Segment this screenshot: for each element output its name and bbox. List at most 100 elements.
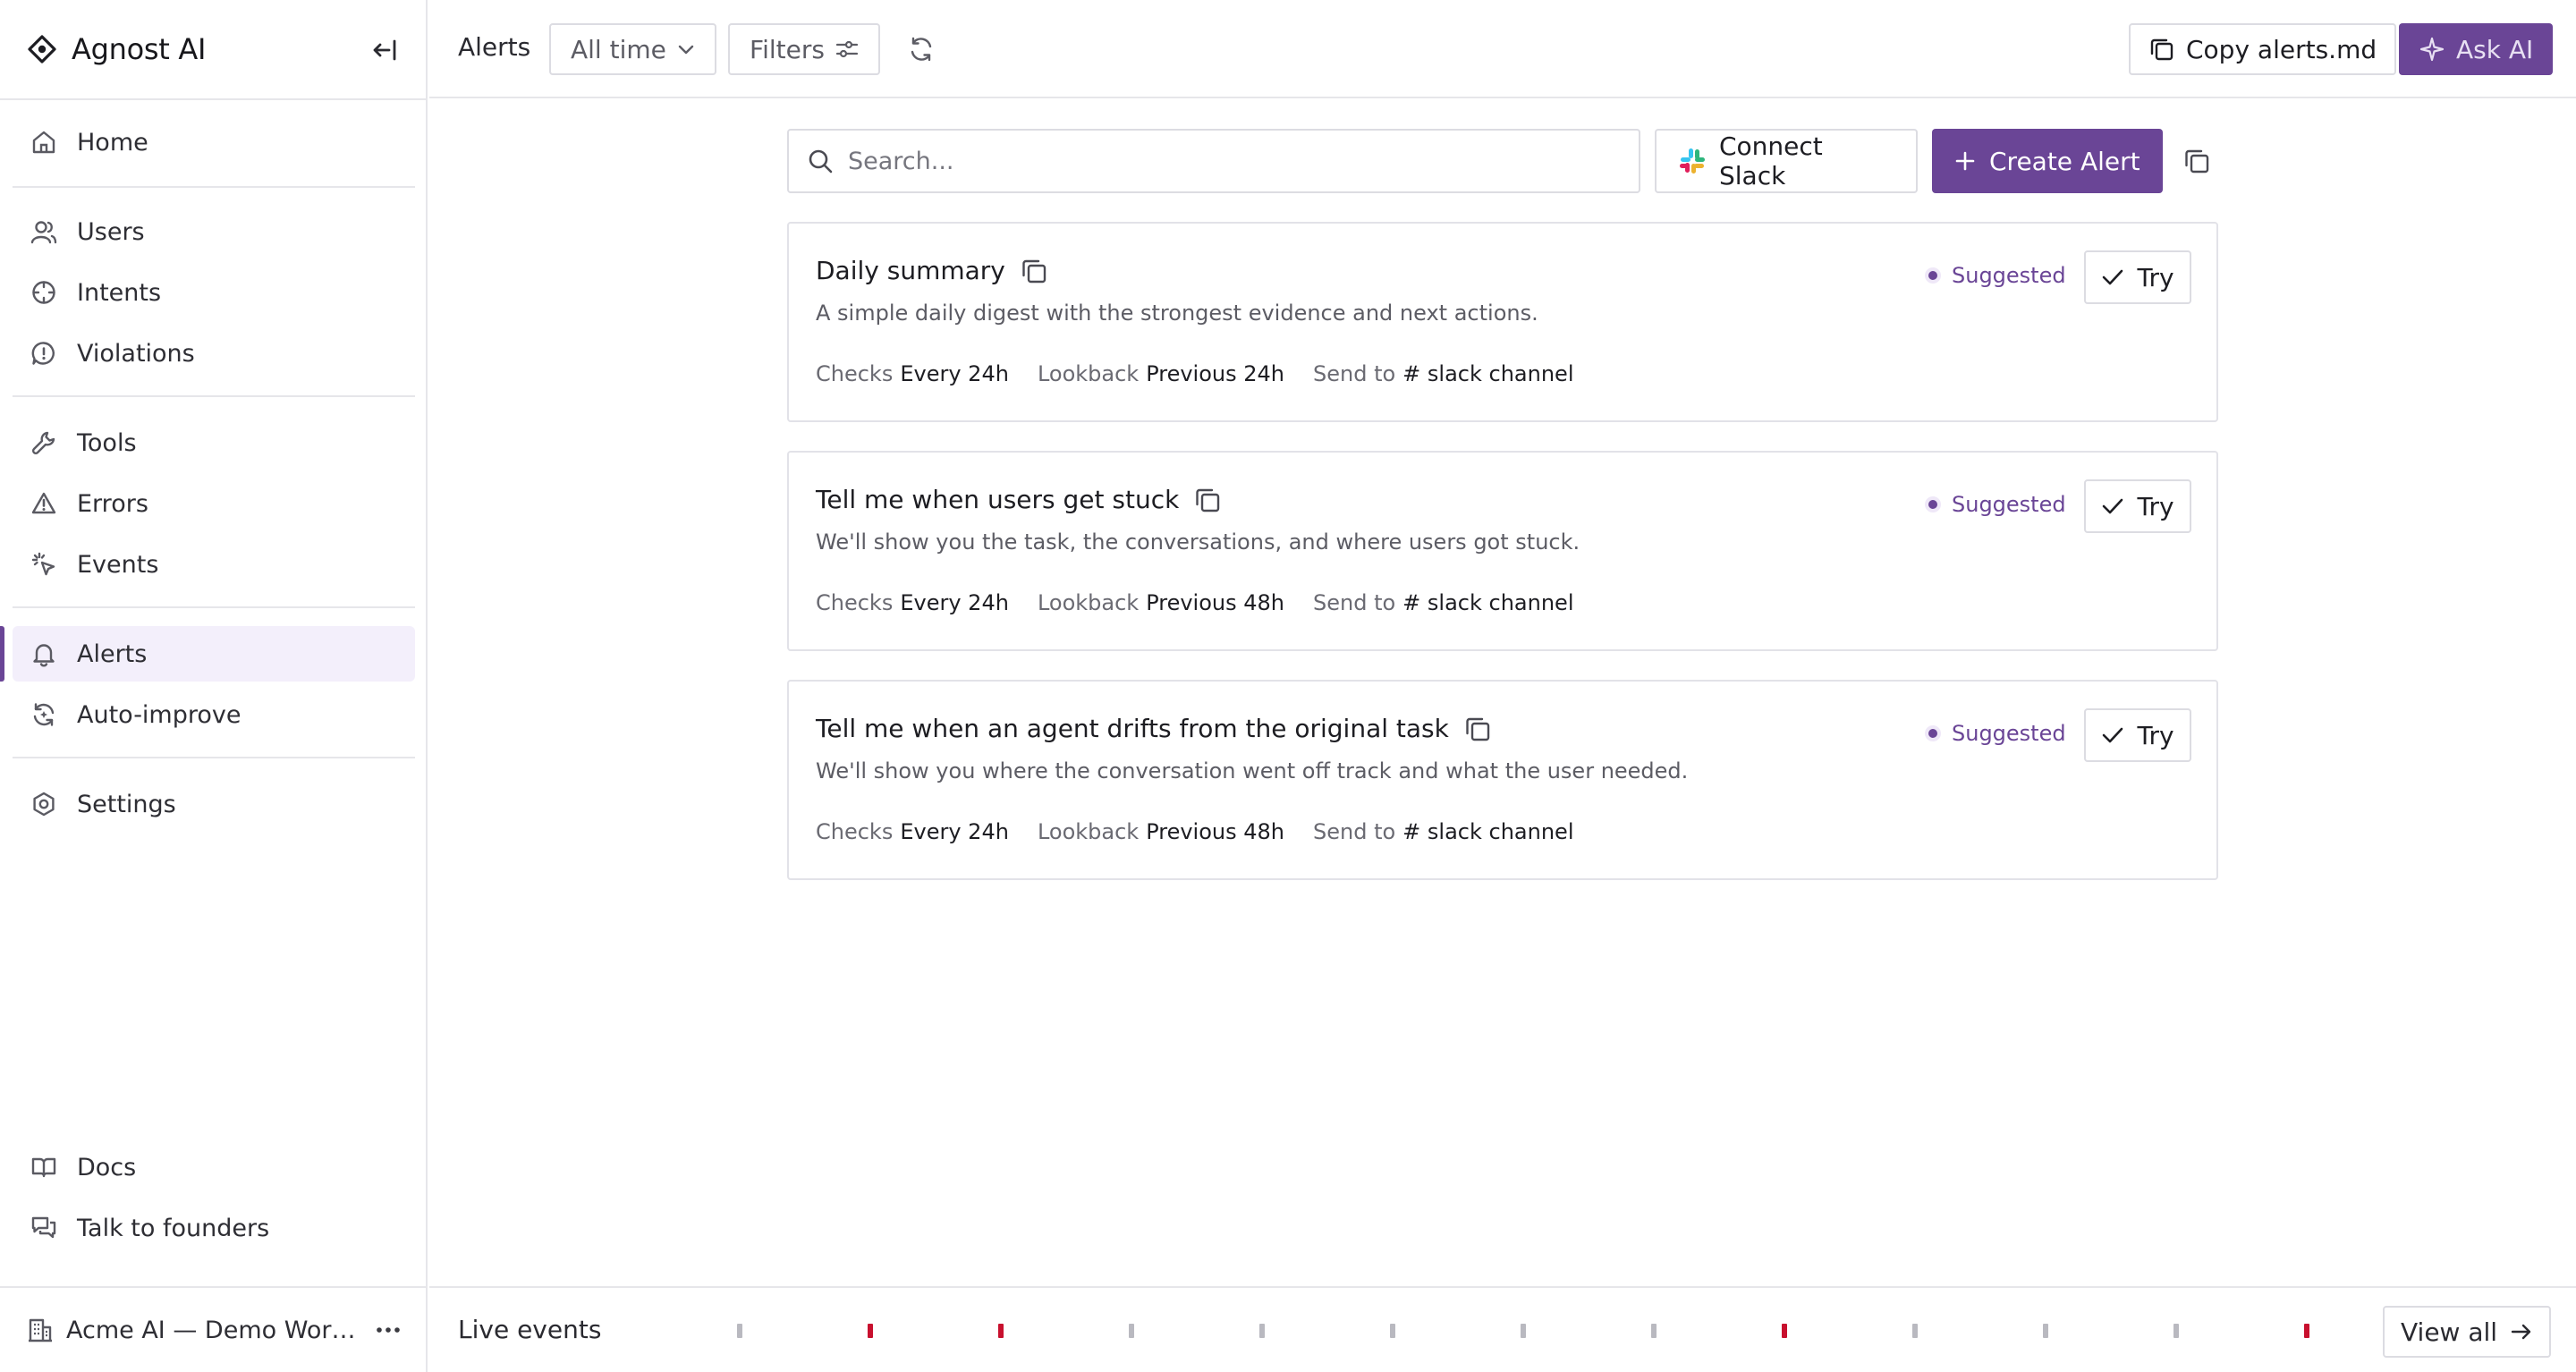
event-tick-error[interactable] xyxy=(998,1324,1004,1338)
home-icon xyxy=(29,127,59,157)
sidebar-item-label: Alerts xyxy=(77,639,148,668)
event-tick[interactable] xyxy=(2174,1324,2179,1338)
sidebar-item-events[interactable]: Events xyxy=(13,537,415,592)
sidebar-item-errors[interactable]: Errors xyxy=(13,476,415,531)
checks-value: Every 24h xyxy=(900,590,1009,615)
workspace-more-button[interactable] xyxy=(372,1315,404,1345)
sidebar: Agnost AI Home Users Intents Violations … xyxy=(0,0,428,1372)
sidebar-item-alerts[interactable]: Alerts xyxy=(0,626,415,682)
alert-card: Daily summary A simple daily digest with… xyxy=(787,222,2218,422)
try-label: Try xyxy=(2137,720,2174,750)
copy-icon xyxy=(2148,36,2175,63)
ask-ai-button[interactable]: Ask AI xyxy=(2399,23,2554,75)
nav-divider xyxy=(13,606,415,608)
channel-value: # slack channel xyxy=(1402,819,1574,844)
refresh-icon xyxy=(907,35,936,64)
status-dot-icon xyxy=(1925,496,1941,512)
event-tick[interactable] xyxy=(1912,1324,1918,1338)
sidebar-item-docs[interactable]: Docs xyxy=(13,1139,415,1195)
alert-meta: Checks Every 24h Lookback Previous 48h S… xyxy=(816,590,1573,615)
sidebar-item-users[interactable]: Users xyxy=(13,204,415,259)
search-input[interactable] xyxy=(848,147,1617,175)
sidebar-item-label: Intents xyxy=(77,278,162,307)
brand[interactable]: Agnost AI xyxy=(27,30,206,69)
time-range-dropdown[interactable]: All time xyxy=(549,23,716,75)
time-range-label: All time xyxy=(571,34,666,64)
event-tick[interactable] xyxy=(1651,1324,1657,1338)
view-all-button[interactable]: View all xyxy=(2383,1306,2552,1358)
send-to-label: Send to xyxy=(1313,590,1396,615)
wrench-icon xyxy=(29,428,59,458)
book-open-icon xyxy=(29,1152,59,1182)
event-tick[interactable] xyxy=(1129,1324,1134,1338)
alert-card-title: Daily summary xyxy=(816,256,1048,285)
copy-icon[interactable] xyxy=(1463,715,1492,743)
copy-alerts-md-button[interactable]: Copy alerts.md xyxy=(2129,23,2397,75)
sidebar-item-violations[interactable]: Violations xyxy=(13,326,415,381)
arrow-right-icon xyxy=(2510,1321,2533,1342)
app-root: Agnost AI Home Users Intents Violations … xyxy=(0,0,2576,1372)
bell-icon xyxy=(29,639,59,669)
alert-title: Tell me when users get stuck xyxy=(816,485,1180,514)
lookback-label: Lookback xyxy=(1037,590,1140,615)
sidebar-item-label: Auto-improve xyxy=(77,700,242,729)
ask-ai-label: Ask AI xyxy=(2456,34,2534,64)
event-tick[interactable] xyxy=(1259,1324,1265,1338)
create-alert-label: Create Alert xyxy=(1989,146,2140,176)
collapse-sidebar-button[interactable] xyxy=(365,32,404,68)
try-button[interactable]: Try xyxy=(2084,708,2191,762)
alert-card: Tell me when an agent drifts from the or… xyxy=(787,680,2218,880)
sidebar-item-label: Users xyxy=(77,217,145,246)
workspace-switcher[interactable]: Acme AI — Demo Work... xyxy=(27,1308,402,1352)
sliders-icon xyxy=(835,38,859,60)
try-label: Try xyxy=(2137,491,2174,521)
copy-icon[interactable] xyxy=(1193,486,1222,514)
more-horizontal-icon xyxy=(376,1326,401,1334)
alert-send-to: Send to # slack channel xyxy=(1313,590,1573,615)
suggested-label: Suggested xyxy=(1952,263,2066,288)
create-alert-button[interactable]: Create Alert xyxy=(1932,129,2163,193)
event-tick-error[interactable] xyxy=(1782,1324,1787,1338)
checks-label: Checks xyxy=(816,590,894,615)
alert-checks: Checks Every 24h xyxy=(816,361,1009,386)
building-icon xyxy=(27,1317,54,1343)
lookback-value: Previous 24h xyxy=(1146,361,1284,386)
event-tick-error[interactable] xyxy=(2304,1324,2309,1338)
alert-send-to: Send to # slack channel xyxy=(1313,361,1573,386)
filters-button[interactable]: Filters xyxy=(728,23,880,75)
connect-slack-button[interactable]: Connect Slack xyxy=(1655,129,1918,193)
sidebar-item-talk-to-founders[interactable]: Talk to founders xyxy=(13,1200,415,1256)
chat-bubbles-icon xyxy=(29,1213,59,1243)
suggested-badge: Suggested xyxy=(1925,721,2066,746)
try-label: Try xyxy=(2137,262,2174,292)
try-button[interactable]: Try xyxy=(2084,479,2191,533)
alert-description: A simple daily digest with the strongest… xyxy=(816,301,1538,326)
crosshair-icon xyxy=(29,277,59,308)
copy-all-button[interactable] xyxy=(2175,140,2218,182)
refresh-button[interactable] xyxy=(900,28,943,71)
event-tick[interactable] xyxy=(1521,1324,1526,1338)
copy-icon[interactable] xyxy=(1020,257,1048,285)
sidebar-item-home[interactable]: Home xyxy=(13,114,415,170)
event-tick[interactable] xyxy=(2043,1324,2048,1338)
brand-divider xyxy=(0,98,428,100)
suggested-label: Suggested xyxy=(1952,492,2066,517)
event-tick[interactable] xyxy=(737,1324,742,1338)
sidebar-item-label: Talk to founders xyxy=(77,1214,270,1242)
sidebar-item-tools[interactable]: Tools xyxy=(13,415,415,470)
event-tick-error[interactable] xyxy=(868,1324,873,1338)
sidebar-item-label: Events xyxy=(77,550,159,579)
try-button[interactable]: Try xyxy=(2084,250,2191,304)
suggested-badge: Suggested xyxy=(1925,492,2066,517)
event-tick[interactable] xyxy=(1390,1324,1395,1338)
send-to-label: Send to xyxy=(1313,361,1396,386)
send-to-label: Send to xyxy=(1313,819,1396,844)
search-box[interactable] xyxy=(787,129,1640,193)
sidebar-item-settings[interactable]: Settings xyxy=(13,776,415,832)
cursor-click-icon xyxy=(29,549,59,580)
sidebar-item-label: Tools xyxy=(77,428,137,457)
nav-divider xyxy=(13,186,415,188)
sidebar-item-auto-improve[interactable]: Auto-improve xyxy=(13,687,415,742)
sidebar-item-intents[interactable]: Intents xyxy=(13,265,415,320)
slack-logo-icon xyxy=(1678,147,1707,175)
